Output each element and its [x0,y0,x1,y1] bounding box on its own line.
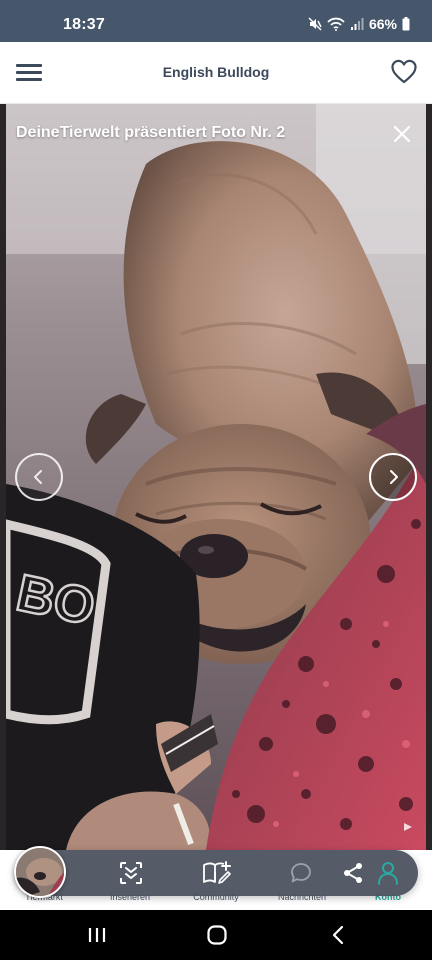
next-photo-button[interactable] [369,453,417,501]
bottom-navigation: Tiermarkt Inserieren Community Nachricht… [0,846,432,910]
close-icon[interactable] [390,122,414,146]
previous-photo-button[interactable] [15,453,63,501]
app-header: English Bulldog [0,42,432,104]
chat-bubble-icon[interactable] [290,862,312,884]
status-time: 18:37 [63,16,105,33]
play-indicator-icon [404,823,412,831]
photo-caption: DeineTierwelt präsentiert Foto Nr. 2 [16,124,286,141]
bottom-nav-pill [14,850,418,896]
dog-photo[interactable]: BO [6,104,426,850]
wifi-icon [327,17,345,31]
back-icon[interactable] [328,924,350,946]
app-screen: 18:37 66% English Bulldog BO DeineTierwe… [0,0,432,960]
battery-percent: 66% [368,16,397,32]
photo-viewer: BO DeineTierwelt präsentiert Foto Nr. 2 [0,104,432,850]
chevron-left-icon [34,470,42,484]
recent-apps-icon[interactable] [86,924,108,946]
status-icons: 66% [308,16,410,32]
share-icon[interactable] [342,862,364,884]
system-navigation-bar [0,910,432,960]
signal-icon [350,18,364,30]
mute-icon [308,17,322,31]
collapse-icon[interactable] [118,860,144,886]
home-icon[interactable] [206,924,228,946]
status-bar: 18:37 66% [0,0,432,42]
home-thumbnail[interactable] [14,846,66,898]
battery-icon [402,17,410,31]
heart-icon[interactable] [390,58,418,86]
dog-photo-illustration: BO [6,104,426,850]
user-icon[interactable] [376,860,400,886]
book-edit-icon[interactable] [202,860,232,886]
chevron-right-icon [390,470,398,484]
page-title: English Bulldog [162,64,270,80]
